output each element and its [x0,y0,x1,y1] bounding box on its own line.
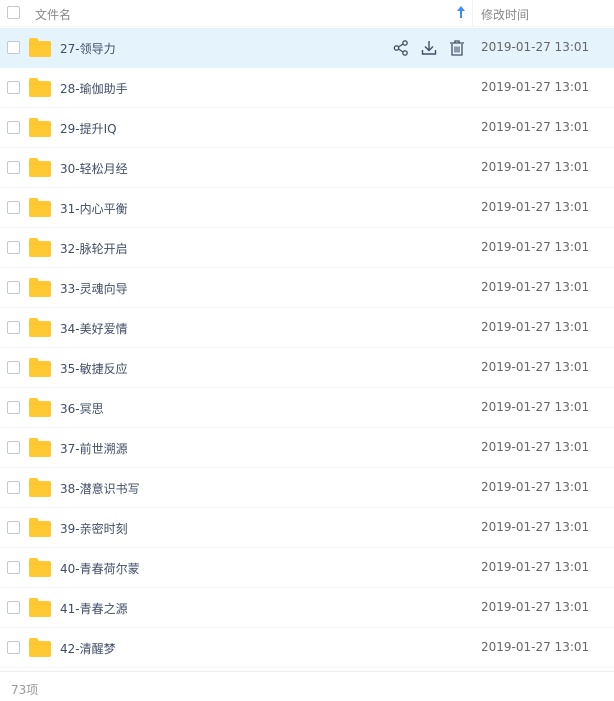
column-divider [472,0,473,27]
row-checkbox[interactable] [7,41,20,54]
row-checkbox[interactable] [7,321,20,334]
file-name-link[interactable]: 38-潜意识书写 [60,480,140,497]
file-name-link[interactable]: 30-轻松月经 [60,160,128,177]
file-row[interactable]: 41-青春之源 2019-01-27 13:01 [0,588,614,628]
folder-icon [29,478,51,497]
file-name-link[interactable]: 32-脉轮开启 [60,240,128,257]
folder-icon [29,278,51,297]
delete-icon[interactable] [448,39,466,57]
file-row[interactable]: 39-亲密时刻 2019-01-27 13:01 [0,508,614,548]
file-row[interactable]: 35-敏捷反应 2019-01-27 13:01 [0,348,614,388]
file-row[interactable]: 28-瑜伽助手 2019-01-27 13:01 [0,68,614,108]
folder-icon [29,158,51,177]
row-checkbox[interactable] [7,161,20,174]
file-row[interactable]: 34-美好爱情 2019-01-27 13:01 [0,308,614,348]
item-count: 73项 [11,683,39,697]
row-checkbox[interactable] [7,241,20,254]
folder-icon [29,638,51,657]
modified-time: 2019-01-27 13:01 [481,80,590,94]
folder-icon [29,238,51,257]
row-checkbox[interactable] [7,601,20,614]
file-name-link[interactable]: 34-美好爱情 [60,320,128,337]
row-checkbox[interactable] [7,201,20,214]
column-header-modified[interactable]: 修改时间 [481,6,529,23]
file-name-link[interactable]: 39-亲密时刻 [60,520,128,537]
file-name-link[interactable]: 40-青春荷尔蒙 [60,560,140,577]
row-checkbox[interactable] [7,441,20,454]
modified-time: 2019-01-27 13:01 [481,400,590,414]
folder-icon [29,78,51,97]
file-name-link[interactable]: 41-青春之源 [60,600,128,617]
row-checkbox[interactable] [7,121,20,134]
file-name-link[interactable]: 35-敏捷反应 [60,360,128,377]
file-name-link[interactable]: 29-提升IQ [60,120,117,137]
modified-time: 2019-01-27 13:01 [481,120,590,134]
file-name-link[interactable]: 36-冥思 [60,400,104,417]
folder-icon [29,438,51,457]
column-header-name[interactable]: 文件名 [35,6,71,23]
file-row[interactable]: 36-冥思 2019-01-27 13:01 [0,388,614,428]
file-name-link[interactable]: 37-前世溯源 [60,440,128,457]
row-checkbox[interactable] [7,361,20,374]
modified-time: 2019-01-27 13:01 [481,320,590,334]
row-checkbox[interactable] [7,521,20,534]
download-icon[interactable] [420,39,438,57]
file-list: 27-领导力 2019-01-27 13:01 28-瑜伽助手 2019-01-27 … [0,28,614,668]
folder-icon [29,518,51,537]
row-checkbox[interactable] [7,561,20,574]
row-checkbox[interactable] [7,481,20,494]
file-name-link[interactable]: 42-清醒梦 [60,640,116,657]
modified-time: 2019-01-27 13:01 [481,560,590,574]
file-row[interactable]: 37-前世溯源 2019-01-27 13:01 [0,428,614,468]
select-all-checkbox[interactable] [7,6,20,19]
folder-icon [29,598,51,617]
modified-time: 2019-01-27 13:01 [481,600,590,614]
modified-time: 2019-01-27 13:01 [481,440,590,454]
modified-time: 2019-01-27 13:01 [481,640,590,654]
file-row[interactable]: 40-青春荷尔蒙 2019-01-27 13:01 [0,548,614,588]
arrow-up-icon[interactable] [456,5,466,19]
file-row[interactable]: 42-清醒梦 2019-01-27 13:01 [0,628,614,668]
file-list-header: 文件名 修改时间 [0,0,614,27]
folder-icon [29,118,51,137]
row-checkbox[interactable] [7,641,20,654]
file-row[interactable]: 29-提升IQ 2019-01-27 13:01 [0,108,614,148]
file-row[interactable]: 32-脉轮开启 2019-01-27 13:01 [0,228,614,268]
modified-time: 2019-01-27 13:01 [481,280,590,294]
folder-icon [29,358,51,377]
modified-time: 2019-01-27 13:01 [481,200,590,214]
folder-icon [29,558,51,577]
folder-icon [29,198,51,217]
file-name-link[interactable]: 28-瑜伽助手 [60,80,128,97]
row-checkbox[interactable] [7,401,20,414]
share-icon[interactable] [392,39,410,57]
folder-icon [29,38,51,57]
modified-time: 2019-01-27 13:01 [481,360,590,374]
modified-time: 2019-01-27 13:01 [481,520,590,534]
modified-time: 2019-01-27 13:01 [481,160,590,174]
file-row[interactable]: 33-灵魂向导 2019-01-27 13:01 [0,268,614,308]
folder-icon [29,398,51,417]
modified-time: 2019-01-27 13:01 [481,480,590,494]
file-row[interactable]: 30-轻松月经 2019-01-27 13:01 [0,148,614,188]
row-checkbox[interactable] [7,81,20,94]
file-name-link[interactable]: 27-领导力 [60,40,116,57]
folder-icon [29,318,51,337]
file-name-link[interactable]: 31-内心平衡 [60,200,128,217]
modified-time: 2019-01-27 13:01 [481,240,590,254]
file-name-link[interactable]: 33-灵魂向导 [60,280,128,297]
file-row[interactable]: 38-潜意识书写 2019-01-27 13:01 [0,468,614,508]
modified-time: 2019-01-27 13:01 [481,40,590,54]
file-row[interactable]: 27-领导力 2019-01-27 13:01 [0,28,614,68]
row-checkbox[interactable] [7,281,20,294]
file-list-footer: 73项 [0,671,614,701]
file-row[interactable]: 31-内心平衡 2019-01-27 13:01 [0,188,614,228]
